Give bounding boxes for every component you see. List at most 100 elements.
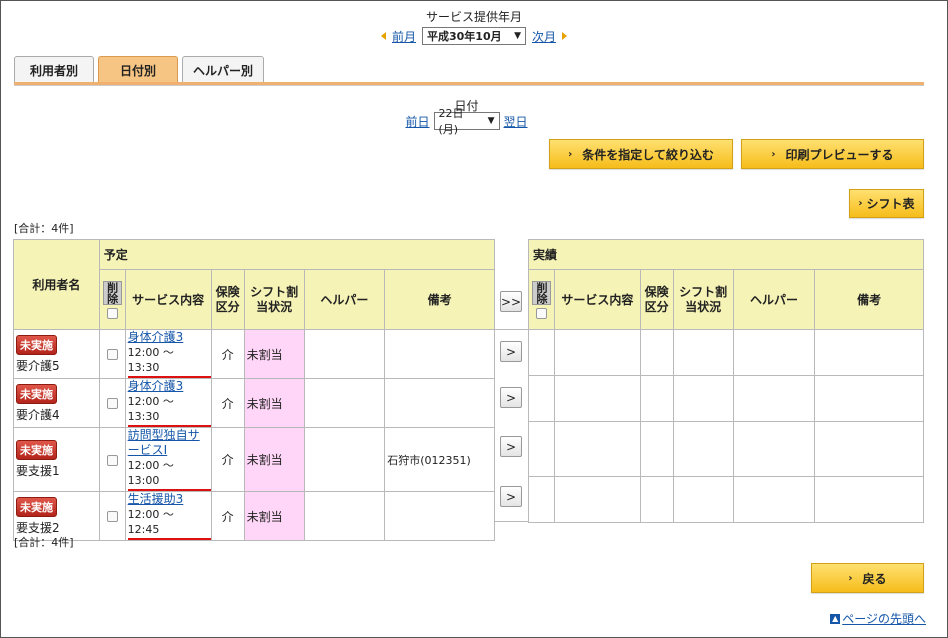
user-cell: 未実施 要介護5 [13,329,100,379]
delete-checkbox[interactable] [106,349,118,360]
actual-cell [814,476,924,523]
month-title: サービス提供年月 [425,10,522,24]
note-cell [384,378,495,428]
next-month-link[interactable]: 次月 [532,28,556,45]
service-link[interactable]: 訪問型独自サービスⅠ [128,428,208,458]
actual-cell [814,421,924,477]
total-count-bottom: [合計：4件] [14,536,74,549]
delete-label: 削除 [102,280,122,305]
next-arrow-icon [562,32,568,40]
filter-button[interactable]: › 条件を指定して絞り込む [549,139,733,169]
user-cell: 未実施 要介護4 [13,378,100,428]
service-cell: 身体介護3 12:00 〜 13:30 [124,378,212,428]
table-row: 未実施 要支援1 訪問型独自サービスⅠ 12:00 〜 13:00 介 未割当 … [13,427,495,492]
print-preview-button[interactable]: › 印刷プレビューする [741,139,924,169]
copy-row-button[interactable]: > [500,486,522,507]
actual-shift-header-label: シフト割当状況 [679,284,728,314]
plan-header: 予定 [98,239,496,270]
copy-row-button[interactable]: > [500,341,522,362]
status-badge: 未実施 [16,496,57,517]
actual-cell [732,421,816,477]
shift-header: シフト割当状況 [243,269,305,330]
month-nav: 前月 平成30年10月 ▼ 次月 [0,27,948,45]
next-day-link[interactable]: 翌日 [504,113,528,130]
insurance-cell: 介 [210,427,245,492]
table-row: 未実施 要介護5 身体介護3 12:00 〜 13:30 介 未割当 [13,329,495,379]
actual-service-header: サービス内容 [553,269,641,330]
shift-status-cell: 未割当 [243,378,305,428]
page-top-link[interactable]: ページの先頭へ [842,610,926,627]
actual-delete-label: 削除 [531,280,551,305]
actual-cell [814,375,924,422]
actual-insurance-header: 保険区分 [639,269,674,330]
insurance-header: 保険区分 [210,269,245,330]
actual-delete-all-checkbox[interactable] [535,307,547,319]
service-link[interactable]: 生活援助3 [128,492,184,506]
service-header: サービス内容 [124,269,212,330]
arrow-up-icon: ▲ [830,613,841,624]
note-header: 備考 [384,269,495,330]
service-link[interactable]: 身体介護3 [128,330,184,344]
copy-all-button[interactable]: >> [500,291,522,312]
actual-cell [732,375,816,422]
shift-header-label: シフト割当状況 [250,284,299,314]
actual-cell [553,476,641,523]
shift-table-button[interactable]: › シフト表 [849,189,924,218]
care-level: 要支援1 [16,464,60,478]
delete-cell [98,329,126,379]
actual-table: 実績 削除 サービス内容 保険区分 シフト割当状況 ヘルパー 備考 [528,239,924,523]
actual-cell [672,421,734,477]
helper-cell [303,378,386,428]
shift-status-cell: 未割当 [243,427,305,492]
care-level: 要支援2 [16,520,60,535]
tab-by-user[interactable]: 利用者別 [14,56,94,83]
view-tabs: 利用者別 日付別 ヘルパー別 [14,56,264,83]
insurance-cell: 介 [210,491,245,541]
chevron-right-icon: › [568,148,573,160]
delete-all-checkbox[interactable] [106,307,118,319]
tab-by-date[interactable]: 日付別 [98,56,178,83]
user-cell: 未実施 要支援1 [13,427,100,492]
status-badge: 未実施 [16,334,57,355]
delete-cell [98,378,126,428]
service-time: 12:00 〜 13:00 [127,458,211,491]
actual-cell [672,329,734,376]
day-select-value: 22日(月) [438,107,464,136]
actual-cell [528,375,555,422]
month-select[interactable]: 平成30年10月 ▼ [422,27,526,45]
actual-helper-header: ヘルパー [732,269,816,330]
actual-cell [639,476,674,523]
actual-cell [732,329,816,376]
day-select[interactable]: 22日(月) ▼ [433,107,500,136]
copy-row-button[interactable]: > [500,436,522,457]
care-level: 要介護5 [16,358,60,373]
prev-day-link[interactable]: 前日 [405,113,429,130]
helper-cell [303,491,386,541]
table-row: 未実施 要介護4 身体介護3 12:00 〜 13:30 介 未割当 [13,378,495,428]
actual-cell [528,329,555,376]
copy-row-button[interactable]: > [500,387,522,408]
delete-header: 削除 [98,269,126,330]
actual-delete-header: 削除 [528,269,555,330]
actual-insurance-header-label: 保険区分 [644,284,669,314]
date-nav: 前日 22日(月) ▼ 翌日 [0,107,933,136]
tab-by-helper[interactable]: ヘルパー別 [182,56,264,83]
shift-table-button-label: シフト表 [866,197,915,211]
prev-month-link[interactable]: 前月 [392,28,416,45]
actual-shift-header: シフト割当状況 [672,269,734,330]
chevron-right-icon: › [858,198,863,209]
prev-arrow-icon [380,32,386,40]
actual-table-row [528,476,924,523]
delete-checkbox[interactable] [106,511,118,522]
service-link[interactable]: 身体介護3 [128,379,184,393]
chevron-down-icon: ▼ [514,31,521,41]
actual-cell [639,421,674,477]
service-time: 12:00 〜 13:30 [127,394,211,427]
insurance-header-label: 保険区分 [215,284,240,314]
actual-table-row [528,329,924,376]
actual-cell [672,476,734,523]
delete-checkbox[interactable] [106,454,118,466]
back-button[interactable]: › 戻る [811,563,924,593]
delete-checkbox[interactable] [106,398,118,409]
actual-cell [553,375,641,422]
